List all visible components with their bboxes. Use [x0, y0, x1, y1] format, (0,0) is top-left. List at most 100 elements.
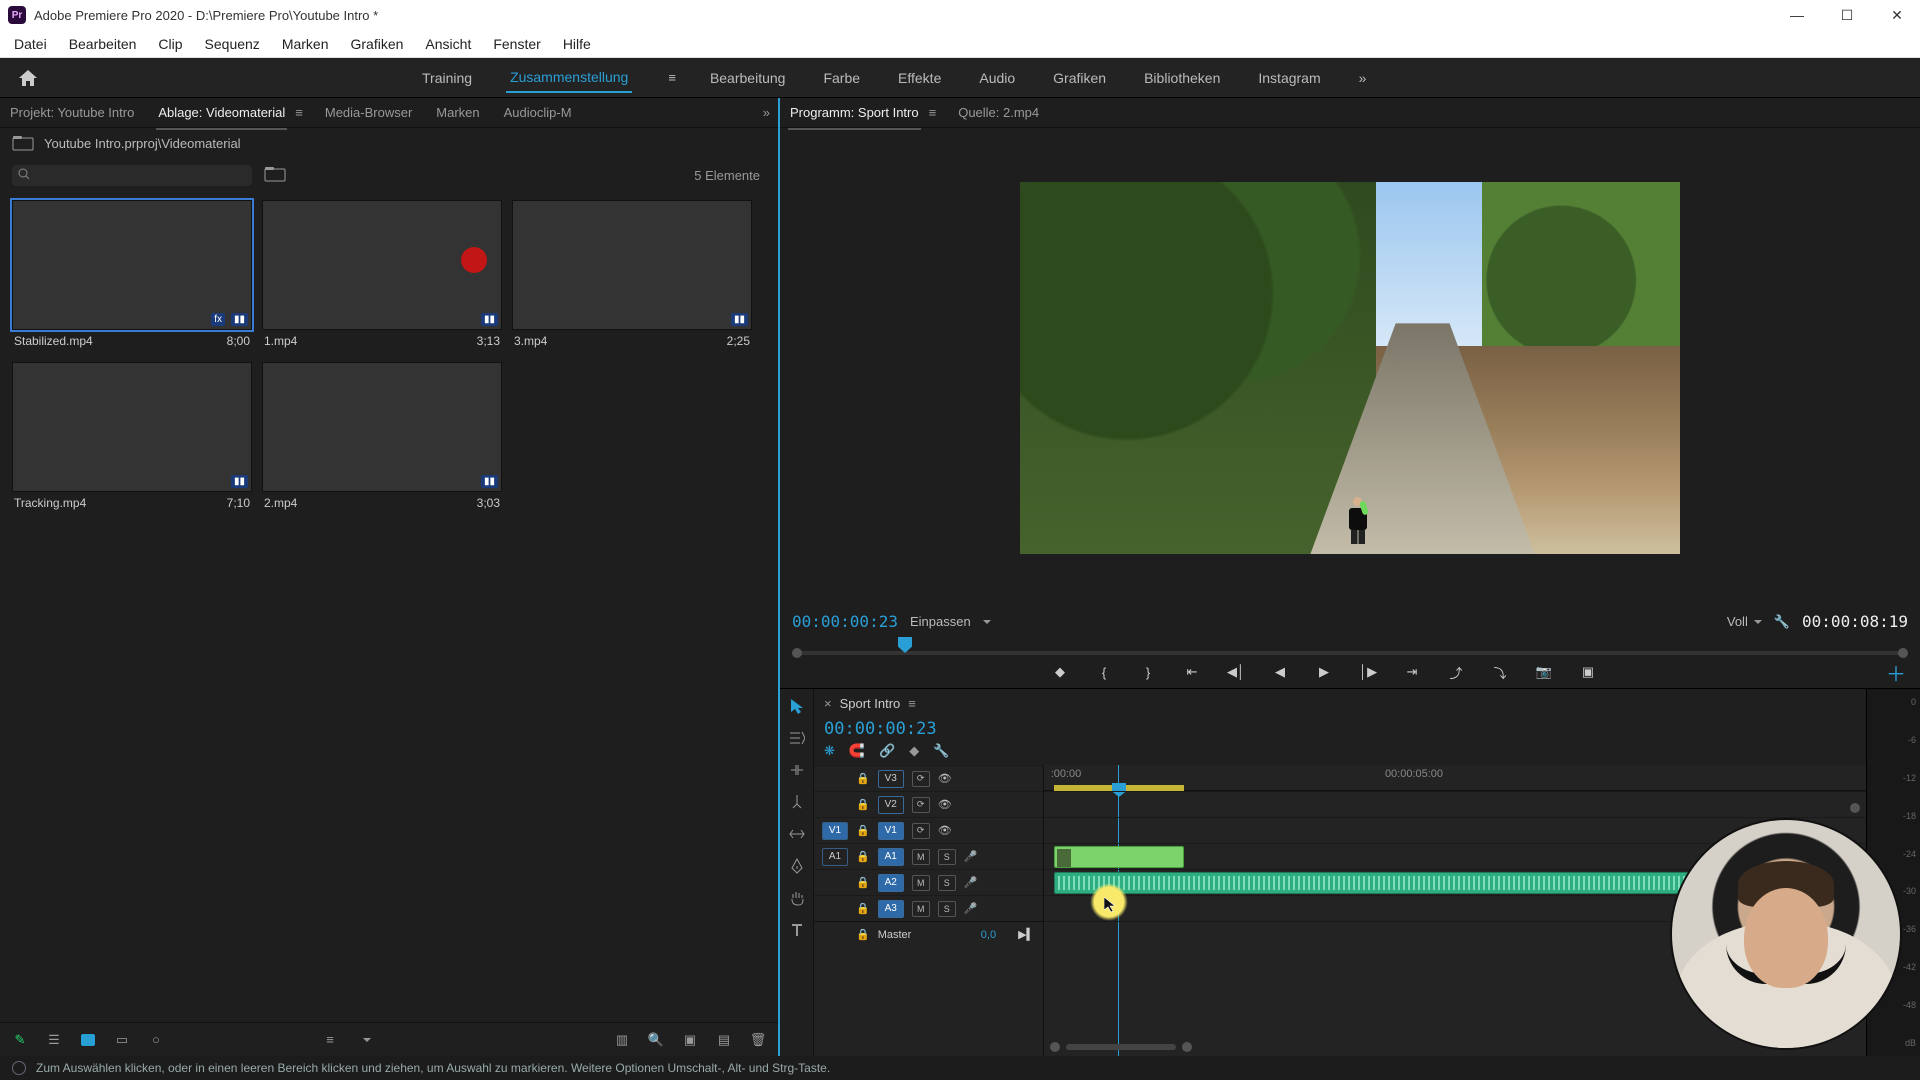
comparison-icon[interactable]: ▣: [1576, 662, 1600, 682]
new-bin-bottom-icon[interactable]: ▣: [680, 1032, 700, 1048]
sequence-menu-icon[interactable]: ≡: [908, 696, 916, 711]
add-marker-timeline-icon[interactable]: ◆: [909, 743, 919, 759]
media-item[interactable]: ▮▮ 3.mp42;25: [512, 200, 752, 352]
eye-icon[interactable]: 👁: [938, 824, 952, 837]
menu-datei[interactable]: Datei: [6, 33, 55, 55]
solo-button[interactable]: S: [938, 901, 956, 917]
workspace-training[interactable]: Training: [418, 64, 476, 92]
new-bin-icon[interactable]: [264, 166, 286, 185]
pencil-icon[interactable]: ✎: [10, 1032, 30, 1048]
freeform-view-icon[interactable]: ▭: [112, 1032, 132, 1048]
workspace-instagram[interactable]: Instagram: [1254, 64, 1324, 92]
workspace-effekte[interactable]: Effekte: [894, 64, 945, 92]
track-target[interactable]: V1: [878, 822, 904, 840]
mute-button[interactable]: M: [912, 849, 930, 865]
search-input[interactable]: [30, 168, 246, 182]
track-row-v2[interactable]: 🔒V2⟳👁: [814, 791, 1043, 817]
export-frame-icon[interactable]: 📷: [1532, 662, 1556, 682]
tab-projekt[interactable]: Projekt: Youtube Intro: [8, 101, 136, 124]
lock-icon[interactable]: 🔒: [856, 772, 870, 785]
workspace-menu-icon[interactable]: ≡: [668, 70, 676, 85]
hand-tool-icon[interactable]: [786, 887, 808, 909]
play-reverse-icon[interactable]: ◀: [1268, 662, 1292, 682]
media-thumbnail[interactable]: ▮▮: [262, 200, 502, 330]
voiceover-icon[interactable]: 🎤: [964, 850, 978, 863]
bin-icon[interactable]: [12, 135, 34, 151]
tab-ablage[interactable]: Ablage: Videomaterial: [156, 101, 287, 124]
lift-icon[interactable]: ⤴: [1444, 662, 1468, 682]
workspace-grafiken[interactable]: Grafiken: [1049, 64, 1110, 92]
media-thumbnail[interactable]: ▮▮: [12, 362, 252, 492]
menu-grafiken[interactable]: Grafiken: [343, 33, 412, 55]
panel-menu-icon[interactable]: ≡: [295, 105, 303, 120]
track-row-a3[interactable]: 🔒A3MS🎤: [814, 895, 1043, 921]
mute-button[interactable]: M: [912, 875, 930, 891]
program-video[interactable]: [780, 128, 1920, 608]
tab-programm[interactable]: Programm: Sport Intro: [788, 101, 921, 124]
sync-lock-icon[interactable]: ⟳: [912, 771, 930, 787]
mute-button[interactable]: M: [912, 901, 930, 917]
program-resolution-select[interactable]: Voll: [1727, 614, 1762, 629]
media-grid[interactable]: fx▮▮ Stabilized.mp48;00 ▮▮ 1.mp43;13 ▮▮ …: [0, 192, 778, 1022]
source-patch[interactable]: A1: [822, 848, 848, 866]
lock-icon[interactable]: 🔒: [856, 876, 870, 889]
icon-view-icon[interactable]: [78, 1032, 98, 1048]
sort-icon[interactable]: ≡: [320, 1032, 340, 1048]
pen-tool-icon[interactable]: [786, 855, 808, 877]
workspace-audio[interactable]: Audio: [975, 64, 1019, 92]
sequence-name[interactable]: Sport Intro: [840, 696, 901, 711]
list-view-icon[interactable]: ☰: [44, 1032, 64, 1048]
track-target[interactable]: V3: [878, 770, 904, 788]
program-zoom-select[interactable]: Einpassen: [910, 614, 991, 629]
tab-quelle[interactable]: Quelle: 2.mp4: [956, 101, 1041, 124]
trash-icon[interactable]: 🗑: [748, 1032, 768, 1048]
workspace-farbe[interactable]: Farbe: [819, 64, 864, 92]
type-tool-icon[interactable]: [786, 919, 808, 941]
find-icon[interactable]: 🔍: [646, 1032, 666, 1048]
voiceover-icon[interactable]: 🎤: [964, 876, 978, 889]
sort-menu-icon[interactable]: [354, 1032, 374, 1048]
window-close[interactable]: ✕: [1882, 7, 1912, 24]
program-panel-menu-icon[interactable]: ≡: [929, 105, 937, 120]
timeline-timecode[interactable]: 00:00:00:23: [814, 717, 1866, 741]
media-thumbnail[interactable]: fx▮▮: [12, 200, 252, 330]
timeline-settings-icon[interactable]: 🔧: [933, 743, 949, 759]
workspace-overflow-icon[interactable]: »: [1355, 64, 1371, 92]
home-icon[interactable]: [8, 58, 48, 98]
play-icon[interactable]: ▶: [1312, 662, 1336, 682]
menu-hilfe[interactable]: Hilfe: [555, 33, 599, 55]
extract-icon[interactable]: ⤵: [1488, 662, 1512, 682]
track-row-v3[interactable]: 🔒 V3 ⟳ 👁: [814, 765, 1043, 791]
step-forward-icon[interactable]: │▶: [1356, 662, 1380, 682]
linked-selection-icon[interactable]: 🔗: [879, 743, 895, 759]
track-row-a1[interactable]: A1🔒A1MS🎤: [814, 843, 1043, 869]
time-ruler[interactable]: :00:00 00:00:05:00: [1044, 765, 1866, 791]
new-item-icon[interactable]: ▤: [714, 1032, 734, 1048]
mark-in-icon[interactable]: {: [1092, 662, 1116, 682]
source-patch[interactable]: V1: [822, 822, 848, 840]
media-item[interactable]: fx▮▮ Stabilized.mp48;00: [12, 200, 252, 352]
track-target[interactable]: A2: [878, 874, 904, 892]
vertical-zoom-knob[interactable]: [1850, 803, 1860, 813]
media-item[interactable]: ▮▮ 1.mp43;13: [262, 200, 502, 352]
track-select-tool-icon[interactable]: [786, 727, 808, 749]
tab-marken[interactable]: Marken: [434, 101, 481, 124]
thumb-size-slider[interactable]: ○: [146, 1032, 166, 1048]
lock-icon[interactable]: 🔒: [856, 798, 870, 811]
eye-icon[interactable]: 👁: [938, 798, 952, 811]
lock-icon[interactable]: 🔒: [856, 902, 870, 915]
zoom-knob-right[interactable]: [1182, 1042, 1192, 1052]
lock-icon[interactable]: 🔒: [856, 824, 870, 837]
eye-icon[interactable]: 👁: [938, 772, 952, 785]
add-marker-icon[interactable]: ◆: [1048, 662, 1072, 682]
step-back-icon[interactable]: ◀│: [1224, 662, 1248, 682]
program-timecode-in[interactable]: 00:00:00:23: [792, 612, 898, 631]
mark-out-icon[interactable]: }: [1136, 662, 1160, 682]
media-thumbnail[interactable]: ▮▮: [262, 362, 502, 492]
menu-sequenz[interactable]: Sequenz: [197, 33, 268, 55]
ripple-edit-tool-icon[interactable]: [786, 759, 808, 781]
voiceover-icon[interactable]: 🎤: [964, 902, 978, 915]
snap-icon[interactable]: 🧲: [849, 743, 865, 759]
media-item[interactable]: ▮▮ 2.mp43;03: [262, 362, 502, 514]
track-target[interactable]: V2: [878, 796, 904, 814]
